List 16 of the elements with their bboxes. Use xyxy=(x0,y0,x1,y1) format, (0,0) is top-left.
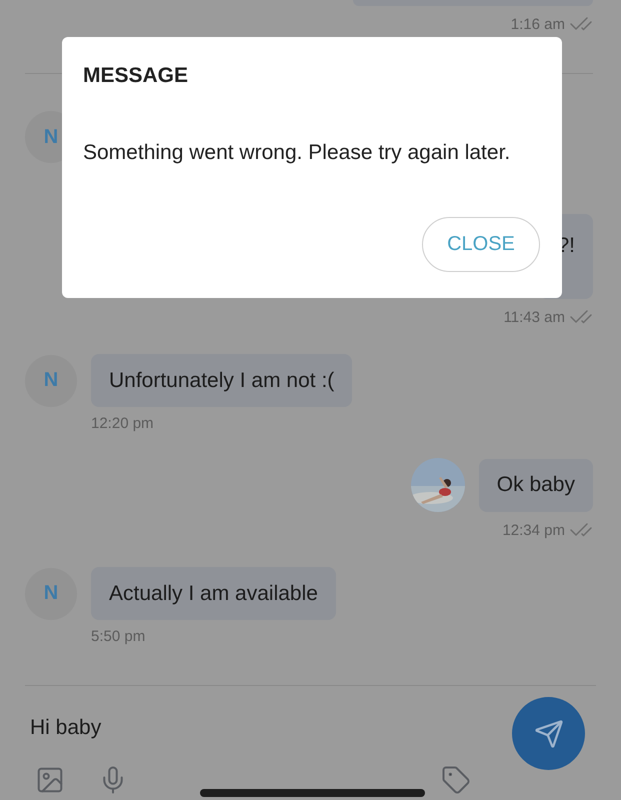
message-time: 5:50 pm xyxy=(91,628,146,644)
message-bubble: Ok baby xyxy=(478,458,593,512)
avatar: N xyxy=(25,354,77,406)
message-time: 12:34 pm xyxy=(502,522,565,538)
dialog-title: MESSAGE xyxy=(83,64,190,88)
message-bubble: Unfortunately I am not :( xyxy=(91,354,352,407)
message-bubble: Actually I am available xyxy=(91,567,336,620)
message-time: 11:43 am xyxy=(504,308,565,326)
send-icon xyxy=(534,718,564,748)
message-time: 12:20 pm xyxy=(91,414,154,432)
message-time: 1:16 am xyxy=(510,16,565,32)
avatar: N xyxy=(25,568,77,620)
tag-icon[interactable] xyxy=(441,765,471,795)
image-icon[interactable] xyxy=(35,765,65,795)
message-input[interactable]: Hi baby xyxy=(30,716,330,740)
dialog-message: Something went wrong. Please try again later. xyxy=(83,141,512,165)
